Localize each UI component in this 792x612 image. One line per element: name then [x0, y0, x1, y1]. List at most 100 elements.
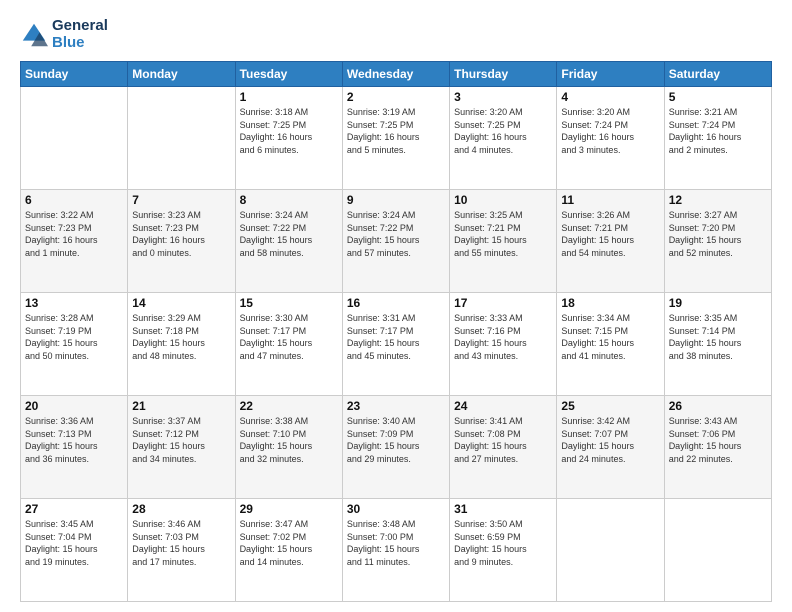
calendar-day-cell: 6Sunrise: 3:22 AM Sunset: 7:23 PM Daylig…	[21, 190, 128, 293]
calendar-day-cell: 18 Sunrise: 3:34 AM Sunset: 7:15 PM Dayli…	[557, 293, 664, 396]
day-number: 19	[669, 296, 767, 310]
day-info: Sunrise: 3:38 AM Sunset: 7:10 PM Dayligh…	[240, 415, 338, 465]
day-info: Sunrise: 3:33 AM Sunset: 7:16 PM Dayligh…	[454, 312, 552, 362]
day-info: Sunrise: 3:45 AM Sunset: 7:04 PM Dayligh…	[25, 518, 123, 568]
calendar-day-cell	[557, 499, 664, 602]
day-info: Sunrise: 3:24 AM Sunset: 7:22 PM Dayligh…	[347, 209, 445, 259]
day-number: 13	[25, 296, 123, 310]
calendar-day-cell: 5Sunrise: 3:21 AM Sunset: 7:24 PM Daylig…	[664, 87, 771, 190]
day-number: 8	[240, 193, 338, 207]
calendar-day-cell: 23 Sunrise: 3:40 AM Sunset: 7:09 PM Dayli…	[342, 396, 449, 499]
calendar-day-cell: 24 Sunrise: 3:41 AM Sunset: 7:08 PM Dayli…	[450, 396, 557, 499]
weekday-header-cell: Tuesday	[235, 62, 342, 87]
calendar-week-row: 1 Sunrise: 3:18 AM Sunset: 7:25 PM Daylig…	[21, 87, 772, 190]
day-number: 15	[240, 296, 338, 310]
day-info: Sunrise: 3:42 AM Sunset: 7:07 PM Dayligh…	[561, 415, 659, 465]
calendar-day-cell: 26 Sunrise: 3:43 AM Sunset: 7:06 PM Dayli…	[664, 396, 771, 499]
day-info: Sunrise: 3:50 AM Sunset: 6:59 PM Dayligh…	[454, 518, 552, 568]
page: General Blue SundayMondayTuesdayWednesda…	[0, 0, 792, 612]
day-number: 16	[347, 296, 445, 310]
day-number: 22	[240, 399, 338, 413]
calendar-day-cell: 2 Sunrise: 3:19 AM Sunset: 7:25 PM Daylig…	[342, 87, 449, 190]
calendar-day-cell: 22 Sunrise: 3:38 AM Sunset: 7:10 PM Dayli…	[235, 396, 342, 499]
day-number: 31	[454, 502, 552, 516]
day-number: 1	[240, 90, 338, 104]
calendar-day-cell: 16 Sunrise: 3:31 AM Sunset: 7:17 PM Dayli…	[342, 293, 449, 396]
day-info: Sunrise: 3:28 AM Sunset: 7:19 PM Dayligh…	[25, 312, 123, 362]
calendar-day-cell: 11 Sunrise: 3:26 AM Sunset: 7:21 PM Dayli…	[557, 190, 664, 293]
day-number: 6	[25, 193, 123, 207]
calendar-day-cell: 7 Sunrise: 3:23 AM Sunset: 7:23 PM Daylig…	[128, 190, 235, 293]
day-number: 30	[347, 502, 445, 516]
day-info: Sunrise: 3:20 AM Sunset: 7:25 PM Dayligh…	[454, 106, 552, 156]
day-number: 11	[561, 193, 659, 207]
day-info: Sunrise: 3:26 AM Sunset: 7:21 PM Dayligh…	[561, 209, 659, 259]
day-number: 27	[25, 502, 123, 516]
calendar-day-cell	[21, 87, 128, 190]
calendar-day-cell: 1 Sunrise: 3:18 AM Sunset: 7:25 PM Daylig…	[235, 87, 342, 190]
day-info: Sunrise: 3:19 AM Sunset: 7:25 PM Dayligh…	[347, 106, 445, 156]
calendar-table: SundayMondayTuesdayWednesdayThursdayFrid…	[20, 61, 772, 602]
logo-text: General Blue	[52, 18, 108, 51]
weekday-header-cell: Monday	[128, 62, 235, 87]
day-number: 26	[669, 399, 767, 413]
day-info: Sunrise: 3:40 AM Sunset: 7:09 PM Dayligh…	[347, 415, 445, 465]
calendar-day-cell: 29 Sunrise: 3:47 AM Sunset: 7:02 PM Dayli…	[235, 499, 342, 602]
day-info: Sunrise: 3:31 AM Sunset: 7:17 PM Dayligh…	[347, 312, 445, 362]
day-number: 29	[240, 502, 338, 516]
weekday-header-cell: Wednesday	[342, 62, 449, 87]
calendar-body: 1 Sunrise: 3:18 AM Sunset: 7:25 PM Daylig…	[21, 87, 772, 602]
calendar-day-cell: 20Sunrise: 3:36 AM Sunset: 7:13 PM Dayli…	[21, 396, 128, 499]
calendar-day-cell: 30 Sunrise: 3:48 AM Sunset: 7:00 PM Dayli…	[342, 499, 449, 602]
day-info: Sunrise: 3:30 AM Sunset: 7:17 PM Dayligh…	[240, 312, 338, 362]
day-info: Sunrise: 3:24 AM Sunset: 7:22 PM Dayligh…	[240, 209, 338, 259]
weekday-header-cell: Friday	[557, 62, 664, 87]
header: General Blue	[20, 18, 772, 51]
day-info: Sunrise: 3:48 AM Sunset: 7:00 PM Dayligh…	[347, 518, 445, 568]
logo-icon	[20, 21, 48, 49]
calendar-day-cell: 10 Sunrise: 3:25 AM Sunset: 7:21 PM Dayli…	[450, 190, 557, 293]
day-number: 2	[347, 90, 445, 104]
calendar-day-cell	[128, 87, 235, 190]
calendar-day-cell: 31 Sunrise: 3:50 AM Sunset: 6:59 PM Dayli…	[450, 499, 557, 602]
day-number: 5	[669, 90, 767, 104]
day-info: Sunrise: 3:41 AM Sunset: 7:08 PM Dayligh…	[454, 415, 552, 465]
day-number: 10	[454, 193, 552, 207]
day-number: 7	[132, 193, 230, 207]
day-info: Sunrise: 3:23 AM Sunset: 7:23 PM Dayligh…	[132, 209, 230, 259]
day-number: 18	[561, 296, 659, 310]
day-info: Sunrise: 3:20 AM Sunset: 7:24 PM Dayligh…	[561, 106, 659, 156]
day-info: Sunrise: 3:34 AM Sunset: 7:15 PM Dayligh…	[561, 312, 659, 362]
calendar-day-cell: 12 Sunrise: 3:27 AM Sunset: 7:20 PM Dayli…	[664, 190, 771, 293]
calendar-day-cell: 25 Sunrise: 3:42 AM Sunset: 7:07 PM Dayli…	[557, 396, 664, 499]
day-number: 24	[454, 399, 552, 413]
calendar-day-cell: 28 Sunrise: 3:46 AM Sunset: 7:03 PM Dayli…	[128, 499, 235, 602]
day-info: Sunrise: 3:46 AM Sunset: 7:03 PM Dayligh…	[132, 518, 230, 568]
calendar-day-cell: 13 Sunrise: 3:28 AM Sunset: 7:19 PM Dayli…	[21, 293, 128, 396]
weekday-header-cell: Sunday	[21, 62, 128, 87]
day-number: 25	[561, 399, 659, 413]
day-number: 4	[561, 90, 659, 104]
day-info: Sunrise: 3:43 AM Sunset: 7:06 PM Dayligh…	[669, 415, 767, 465]
calendar-day-cell: 8 Sunrise: 3:24 AM Sunset: 7:22 PM Daylig…	[235, 190, 342, 293]
day-info: Sunrise: 3:36 AM Sunset: 7:13 PM Dayligh…	[25, 415, 123, 465]
calendar-day-cell: 4 Sunrise: 3:20 AM Sunset: 7:24 PM Daylig…	[557, 87, 664, 190]
calendar-day-cell: 21Sunrise: 3:37 AM Sunset: 7:12 PM Dayli…	[128, 396, 235, 499]
calendar-day-cell	[664, 499, 771, 602]
day-info: Sunrise: 3:18 AM Sunset: 7:25 PM Dayligh…	[240, 106, 338, 156]
day-number: 17	[454, 296, 552, 310]
calendar-day-cell: 17 Sunrise: 3:33 AM Sunset: 7:16 PM Dayli…	[450, 293, 557, 396]
calendar-week-row: 20Sunrise: 3:36 AM Sunset: 7:13 PM Dayli…	[21, 396, 772, 499]
calendar-day-cell: 27 Sunrise: 3:45 AM Sunset: 7:04 PM Dayli…	[21, 499, 128, 602]
day-info: Sunrise: 3:29 AM Sunset: 7:18 PM Dayligh…	[132, 312, 230, 362]
day-info: Sunrise: 3:27 AM Sunset: 7:20 PM Dayligh…	[669, 209, 767, 259]
day-info: Sunrise: 3:25 AM Sunset: 7:21 PM Dayligh…	[454, 209, 552, 259]
day-number: 12	[669, 193, 767, 207]
calendar-day-cell: 9Sunrise: 3:24 AM Sunset: 7:22 PM Daylig…	[342, 190, 449, 293]
day-info: Sunrise: 3:37 AM Sunset: 7:12 PM Dayligh…	[132, 415, 230, 465]
day-number: 28	[132, 502, 230, 516]
calendar-day-cell: 14Sunrise: 3:29 AM Sunset: 7:18 PM Dayli…	[128, 293, 235, 396]
day-info: Sunrise: 3:47 AM Sunset: 7:02 PM Dayligh…	[240, 518, 338, 568]
calendar-week-row: 6Sunrise: 3:22 AM Sunset: 7:23 PM Daylig…	[21, 190, 772, 293]
day-number: 23	[347, 399, 445, 413]
